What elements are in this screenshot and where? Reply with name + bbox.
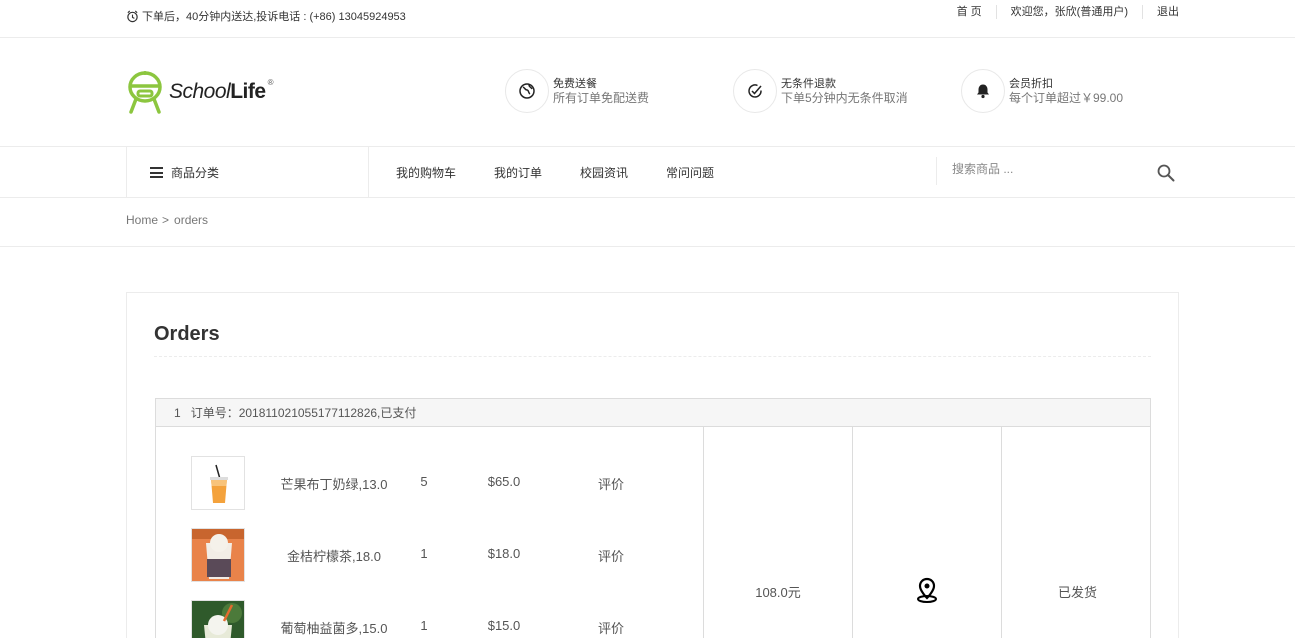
check-circle-icon [733,69,777,113]
breadcrumb-bar: Home > orders [0,198,1295,247]
breadcrumb-separator: > [162,213,170,227]
registered-mark: ® [267,77,274,87]
category-label: 商品分类 [171,166,220,180]
map-pin-icon[interactable] [916,577,938,603]
breadcrumb: Home > orders [126,213,208,227]
order-status: 已发货 [1057,585,1097,600]
product-name: 葡萄柚益菌多,15.0 [280,621,388,636]
order-body: 芒果布丁奶绿,13.0 5 $65.0 评价 金桔柠檬茶,18.0 1 $18.… [155,427,1151,638]
feature-free-delivery: 免费送餐 所有订单免配送费 [505,69,649,113]
product-qty: 1 [420,618,428,633]
logout-link[interactable]: 退出 [1143,5,1179,19]
order-status-cell: 已发货 [1003,427,1152,638]
product-qty: 1 [420,546,428,561]
order-item-row: 金桔柠檬茶,18.0 1 $18.0 评价 [156,528,704,582]
feature-subtitle: 下单5分钟内无条件取消 [781,91,908,105]
top-bar: 下单后，40分钟内送达,投诉电话 : (+86) 13045924953 首 页… [0,0,1295,38]
breadcrumb-home[interactable]: Home [126,213,158,227]
feature-subtitle: 每个订单超过￥99.00 [1009,91,1124,105]
review-link[interactable]: 评价 [586,474,636,493]
nav-item-cart[interactable]: 我的购物车 [396,164,456,181]
review-link[interactable]: 评价 [586,546,636,565]
order-items: 芒果布丁奶绿,13.0 5 $65.0 评价 金桔柠檬茶,18.0 1 $18.… [156,427,704,638]
product-qty: 5 [420,474,428,489]
feature-member-discount: 会员折扣 每个订单超过￥99.00 [961,69,1123,113]
nav-menu: 我的购物车 我的订单 校园资讯 常问问题 [396,164,752,181]
feature-subtitle: 所有订单免配送费 [553,91,650,105]
product-name: 芒果布丁奶绿,13.0 [280,477,388,492]
breadcrumb-current: orders [174,213,209,227]
feature-title: 无条件退款 [781,78,836,90]
nav-item-faq[interactable]: 常问问题 [666,164,714,181]
product-thumbnail[interactable] [191,456,245,510]
main-nav: 商品分类 我的购物车 我的订单 校园资讯 常问问题 [0,147,1295,198]
nav-item-orders[interactable]: 我的订单 [494,164,542,181]
order-item-row: 芒果布丁奶绿,13.0 5 $65.0 评价 [156,456,704,510]
orders-panel: Orders 1 订单号：20181102105517711282​6,已支付 … [126,292,1179,638]
product-thumbnail[interactable] [191,600,245,638]
product-thumbnail[interactable] [191,528,245,582]
bell-icon [961,69,1005,113]
search-icon[interactable] [1157,164,1175,182]
globe-icon [505,69,549,113]
home-link[interactable]: 首 页 [943,5,997,19]
logo-text: SchoolLife [169,80,266,103]
menu-icon [150,167,163,178]
site-logo[interactable]: SchoolLife ® [126,70,273,114]
feature-refund: 无条件退款 下单5分钟内无条件取消 [733,69,908,113]
product-name: 金桔柠檬茶,18.0 [287,549,381,564]
product-price: $18.0 [487,546,521,561]
review-link[interactable]: 评价 [586,618,636,637]
order-header: 1 订单号：20181102105517711282​6,已支付 [155,398,1151,427]
top-links: 首 页 欢迎您，张欣(普通用户) 退出 [943,5,1179,19]
delivery-notice: 下单后，40分钟内送达,投诉电话 : (+86) 13045924953 [126,8,406,24]
order-item-row: 葡萄柚益菌多,15.0 1 $15.0 评价 [156,600,704,638]
alarm-clock-icon [127,10,138,22]
logo-mascot-icon [128,71,162,114]
search-input[interactable] [952,157,1132,181]
logo-text-bold: Life [230,80,266,103]
order-total-cell: 108.0元 [704,427,853,638]
category-menu-button[interactable]: 商品分类 [126,147,369,198]
order-total: 108.0元 [755,585,801,600]
notice-text: 下单后，40分钟内送达,投诉电话 : (+86) 13045924953 [142,11,406,23]
order-index: 1 [174,405,181,420]
page-title: Orders [154,323,220,345]
product-price: $65.0 [487,474,521,489]
order-number: 订单号：20181102105517711282​6,已支付 [190,406,417,420]
search-box [936,157,1179,185]
feature-title: 会员折扣 [1009,78,1053,90]
product-price: $15.0 [487,618,521,633]
user-greeting-link[interactable]: 欢迎您，张欣(普通用户) [997,5,1143,19]
title-divider [154,356,1151,357]
nav-item-news[interactable]: 校园资讯 [580,164,628,181]
feature-title: 免费送餐 [553,78,597,90]
site-header: SchoolLife ® 免费送餐 所有订单免配送费 无条件退款 下单5分钟内无… [0,38,1295,147]
order-location-cell [853,427,1002,638]
